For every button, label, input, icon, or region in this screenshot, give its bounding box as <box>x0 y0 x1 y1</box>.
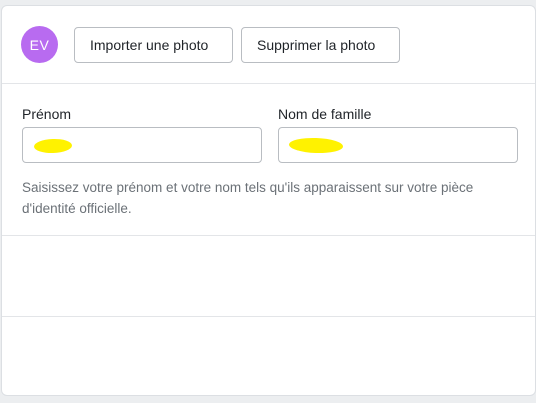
name-help-text: Saisissez votre prénom et votre nom tels… <box>22 180 474 216</box>
first-name-label: Prénom <box>22 106 72 122</box>
empty-section <box>2 236 535 317</box>
name-section: Prénom Nom de famille Saisissez votre pr… <box>2 84 535 236</box>
avatar: EV <box>21 26 58 63</box>
first-name-field[interactable] <box>22 127 262 163</box>
profile-card: EV Importer une photo Supprimer la photo… <box>1 5 536 396</box>
import-photo-button[interactable]: Importer une photo <box>74 27 233 63</box>
avatar-initials: EV <box>29 36 50 53</box>
photo-section: EV Importer une photo Supprimer la photo <box>2 6 535 84</box>
last-name-field[interactable] <box>278 127 518 163</box>
last-name-label: Nom de famille <box>278 106 372 122</box>
delete-photo-button[interactable]: Supprimer la photo <box>241 27 400 63</box>
